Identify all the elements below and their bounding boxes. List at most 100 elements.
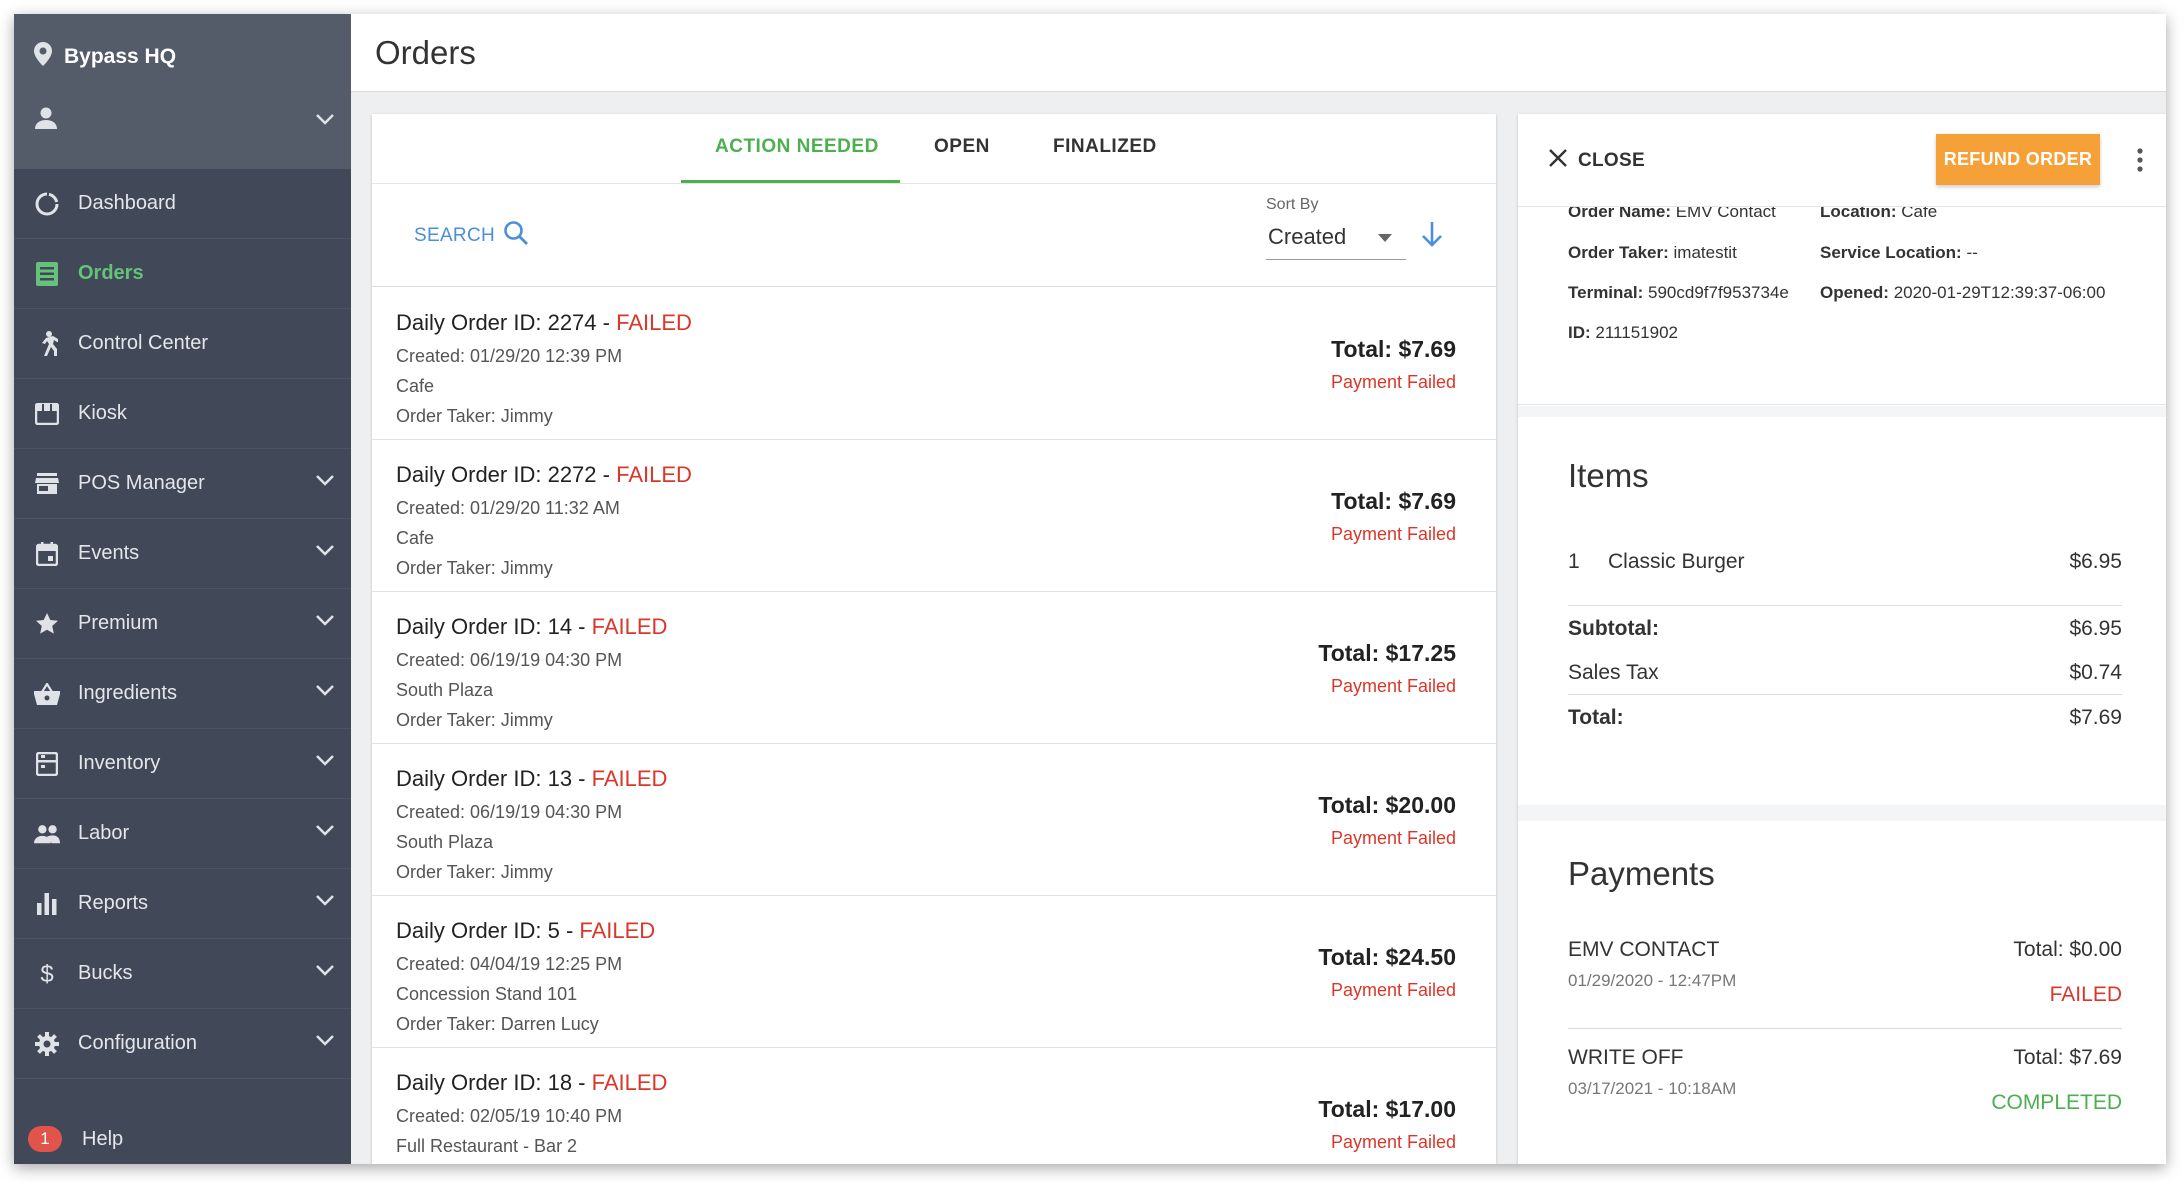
chevron-down-icon — [315, 543, 335, 561]
order-row[interactable]: Daily Order ID: 14 - FAILED Created: 06/… — [372, 592, 1496, 744]
sidebar-item-labor[interactable]: Labor — [14, 799, 351, 869]
divider — [1568, 605, 2122, 606]
payment-method: EMV CONTACT — [1568, 938, 1720, 961]
search-button[interactable]: SEARCH — [414, 220, 529, 251]
sort-select[interactable]: Created — [1266, 222, 1406, 260]
help-label: Help — [82, 1127, 124, 1150]
sidebar-item-label: Inventory — [78, 752, 161, 774]
tab-open[interactable]: OPEN — [934, 136, 990, 158]
order-status: FAILED — [591, 614, 668, 639]
refund-order-button[interactable]: REFUND ORDER — [1936, 134, 2100, 185]
tax-value: $0.74 — [2069, 661, 2122, 684]
id-field: ID: 211151902 — [1568, 323, 1678, 342]
order-list: Daily Order ID: 2274 - FAILED Created: 0… — [372, 288, 1496, 1164]
order-detail-panel: CLOSE REFUND ORDER Order Name: EMV Conta… — [1518, 114, 2166, 1164]
order-row[interactable]: Daily Order ID: 5 - FAILED Created: 04/0… — [372, 896, 1496, 1048]
help-link[interactable]: 1 Help — [28, 1126, 123, 1152]
order-row[interactable]: Daily Order ID: 18 - FAILED Created: 02/… — [372, 1048, 1496, 1164]
sidebar-item-premium[interactable]: Premium — [14, 589, 351, 659]
sort-by-label: Sort By — [1266, 196, 1319, 213]
order-total: Total: $7.69 — [1331, 336, 1456, 362]
order-location: South Plaza — [396, 832, 494, 852]
chevron-down-icon — [315, 1033, 335, 1051]
sidebar-item-configuration[interactable]: Configuration — [14, 1009, 351, 1079]
location-selector[interactable]: Bypass HQ — [34, 42, 176, 71]
sidebar-item-pos-manager[interactable]: POS Manager — [14, 449, 351, 519]
order-location: Full Restaurant - Bar 2 — [396, 1136, 578, 1156]
sidebar-item-events[interactable]: Events — [14, 519, 351, 589]
order-row[interactable]: Daily Order ID: 2272 - FAILED Created: 0… — [372, 440, 1496, 592]
sidebar-item-label: Reports — [78, 892, 149, 914]
sidebar-item-inventory[interactable]: Inventory — [14, 729, 351, 799]
page-header: Orders — [351, 14, 2166, 92]
order-row[interactable]: Daily Order ID: 13 - FAILED Created: 06/… — [372, 744, 1496, 896]
sidebar-item-control-center[interactable]: Control Center — [14, 309, 351, 379]
order-total: Total: $17.25 — [1318, 640, 1456, 666]
order-title: Daily Order ID: 5 - FAILED — [396, 918, 656, 943]
order-created: Created: 06/19/19 04:30 PM — [396, 802, 623, 822]
tax-label: Sales Tax — [1568, 661, 1659, 684]
total-label: Total: — [1568, 706, 1624, 729]
close-button[interactable]: CLOSE — [1548, 148, 1645, 173]
order-location: Concession Stand 101 — [396, 984, 578, 1004]
sidebar-item-label: Events — [78, 542, 140, 564]
order-title: Daily Order ID: 2274 - FAILED — [396, 310, 692, 335]
payment-date: 01/29/2020 - 12:47PM — [1568, 971, 1737, 990]
sidebar-item-label: POS Manager — [78, 472, 205, 494]
gear-icon — [34, 1031, 60, 1057]
item-price: $6.95 — [2069, 550, 2122, 573]
tab-finalized[interactable]: FINALIZED — [1053, 136, 1157, 158]
payment-method: WRITE OFF — [1568, 1046, 1684, 1069]
payment-status: FAILED — [2049, 983, 2122, 1006]
people-icon — [34, 821, 60, 847]
sidebar-item-dashboard[interactable]: Dashboard — [14, 169, 351, 239]
sidebar-item-bucks[interactable]: $ Bucks — [14, 939, 351, 1009]
sidebar-item-label: Labor — [78, 822, 130, 844]
order-taker: Order Taker: Jimmy — [396, 558, 553, 578]
order-taker: Order Taker: Jimmy — [396, 710, 553, 730]
payment-status: Payment Failed — [1330, 676, 1456, 696]
order-title: Daily Order ID: 13 - FAILED — [396, 766, 668, 791]
sort-direction-button[interactable] — [1420, 220, 1444, 253]
payment-status: Payment Failed — [1330, 1132, 1456, 1152]
sort-value: Created — [1268, 224, 1347, 249]
chevron-down-icon — [315, 753, 335, 771]
sidebar-item-ingredients[interactable]: Ingredients — [14, 659, 351, 729]
tab-action-needed[interactable]: ACTION NEEDED — [715, 136, 879, 158]
order-row[interactable]: Daily Order ID: 2274 - FAILED Created: 0… — [372, 288, 1496, 440]
close-label: CLOSE — [1578, 149, 1645, 171]
order-created: Created: 06/19/19 04:30 PM — [396, 650, 623, 670]
sidebar-item-label: Control Center — [78, 332, 209, 354]
payment-status: Payment Failed — [1330, 980, 1456, 1000]
star-icon — [34, 611, 60, 637]
search-icon — [503, 220, 529, 251]
more-options-icon[interactable] — [2128, 146, 2152, 174]
opened-field: Opened: 2020-01-29T12:39:37-06:00 — [1820, 283, 2106, 302]
arrow-down-icon — [1420, 222, 1444, 252]
order-title: Daily Order ID: 18 - FAILED — [396, 1070, 668, 1095]
order-location: Cafe — [396, 376, 435, 396]
sidebar-item-reports[interactable]: Reports — [14, 869, 351, 939]
order-location: South Plaza — [396, 680, 494, 700]
calendar-icon — [34, 541, 60, 567]
orders-panel: ACTION NEEDED OPEN FINALIZED SEARCH Sort… — [372, 114, 1496, 1164]
terminal-field: Terminal: 590cd9f7f953734e — [1568, 283, 1789, 302]
location-name: Bypass HQ — [64, 44, 177, 68]
order-created: Created: 01/29/20 12:39 PM — [396, 346, 623, 366]
caret-down-icon — [1378, 234, 1392, 242]
sidebar-item-label: Configuration — [78, 1032, 197, 1054]
sidebar-item-kiosk[interactable]: Kiosk — [14, 379, 351, 449]
chevron-down-icon — [315, 473, 335, 491]
sidebar-item-label: Dashboard — [78, 192, 176, 214]
sidebar-item-orders[interactable]: Orders — [14, 239, 351, 309]
user-menu[interactable] — [34, 106, 335, 135]
help-badge: 1 — [28, 1126, 62, 1152]
map-pin-icon — [34, 42, 52, 71]
service-location-field: Service Location: -- — [1820, 243, 1978, 262]
app-window: Bypass HQ Dashboard Orders Control Cente… — [14, 14, 2166, 1164]
sidebar-item-label: Ingredients — [78, 682, 177, 704]
divider — [1568, 1028, 2122, 1029]
sidebar-item-label: Premium — [78, 612, 159, 634]
order-created: Created: 04/04/19 12:25 PM — [396, 954, 623, 974]
order-taker-field: Order Taker: imatestit — [1568, 243, 1737, 262]
